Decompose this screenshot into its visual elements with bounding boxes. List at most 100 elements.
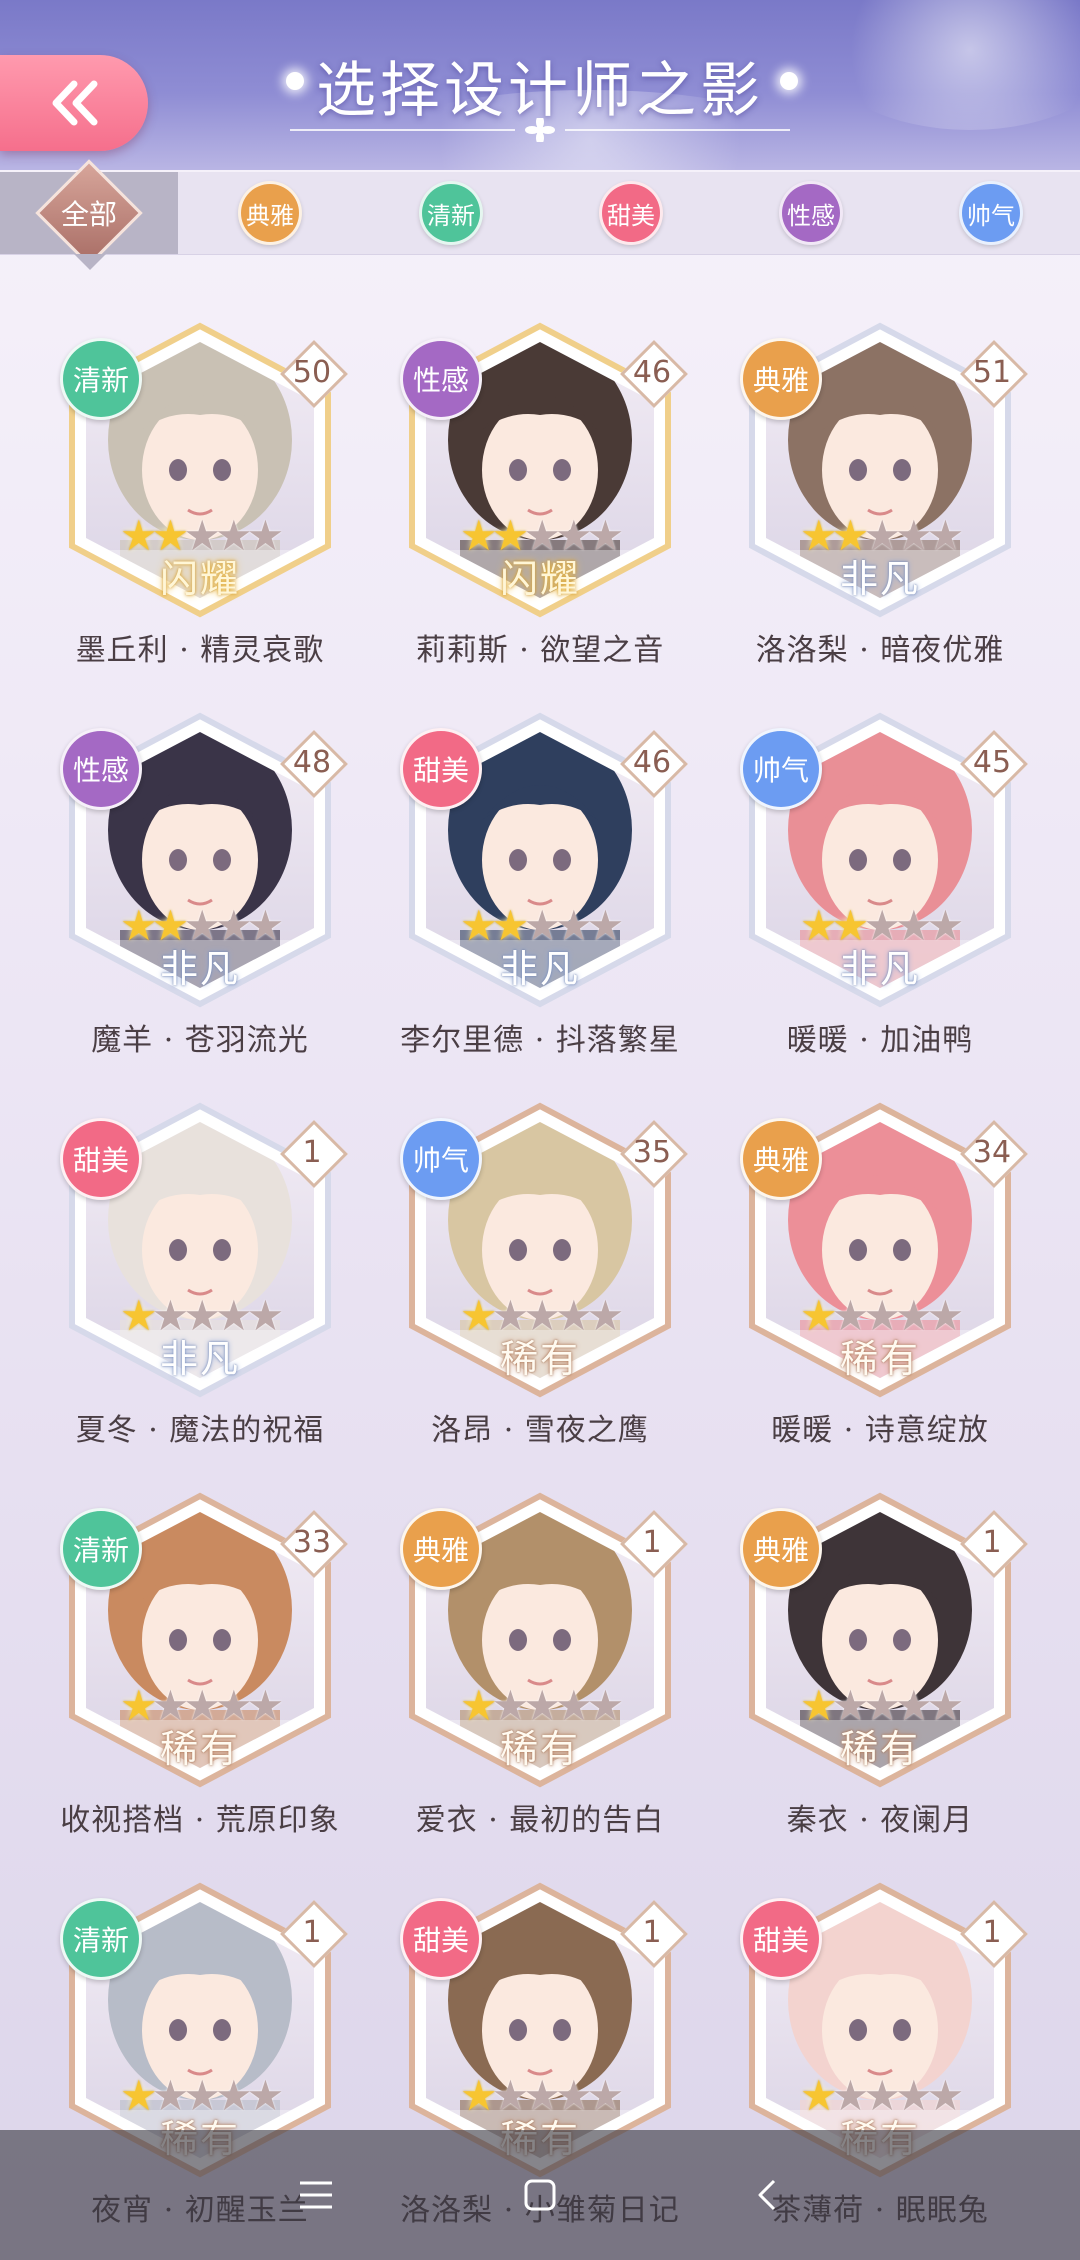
back-chevron-icon — [758, 2179, 776, 2211]
rarity-label: 稀有 — [499, 1727, 580, 1771]
portrait-frame: 性感 48 ★ ★ ★ ★ ★ 非凡 — [60, 710, 348, 1010]
filter-label: 帅气 — [967, 201, 1015, 230]
filter-label: 性感 — [787, 201, 835, 230]
designer-card[interactable]: 典雅 34 ★ ★ ★ ★ ★ 稀有 暖暖 · 诗意绽放 — [710, 1100, 1050, 1480]
filter-badge: 清新 — [419, 181, 483, 245]
level-value: 50 — [292, 354, 332, 390]
designer-name: 收视搭档 · 荒原印象 — [60, 1803, 340, 1838]
designer-card[interactable]: 甜美 46 ★ ★ ★ ★ ★ 非凡 李尔里德 · 抖落繁星 — [370, 710, 710, 1090]
designer-card[interactable]: 性感 48 ★ ★ ★ ★ ★ 非凡 魔羊 · 苍羽流光 — [30, 710, 370, 1090]
style-badge: 甜美 — [400, 1898, 482, 1980]
filter-tab-elegant[interactable]: 典雅 — [215, 172, 325, 254]
style-badge: 清新 — [60, 1508, 142, 1590]
level-value: 1 — [302, 1914, 322, 1950]
filter-tab-all[interactable]: 全部 — [0, 159, 178, 270]
nav-menu-button[interactable] — [276, 2160, 356, 2230]
portrait-frame: 性感 46 ★ ★ ★ ★ ★ 闪耀 — [400, 320, 688, 620]
designer-card[interactable]: 清新 50 ★ ★ ★ ★ ★ 闪耀 墨丘利 · 精灵哀歌 — [30, 320, 370, 700]
rarity-label: 非凡 — [839, 947, 920, 991]
portrait-frame: 帅气 35 ★ ★ ★ ★ ★ 稀有 — [400, 1100, 688, 1400]
level-badge: 46 — [620, 340, 688, 408]
style-badge: 清新 — [60, 338, 142, 420]
filter-label: 甜美 — [607, 201, 655, 230]
designer-name: 墨丘利 · 精灵哀歌 — [75, 633, 325, 668]
designer-name: 魔羊 · 苍羽流光 — [91, 1023, 309, 1058]
filter-tab-sexy[interactable]: 性感 — [756, 172, 866, 254]
level-badge: 46 — [620, 730, 688, 798]
style-label: 清新 — [72, 1534, 129, 1567]
level-value: 48 — [292, 744, 332, 780]
level-value: 1 — [302, 1134, 322, 1170]
portrait-frame: 甜美 46 ★ ★ ★ ★ ★ 非凡 — [400, 710, 688, 1010]
designer-name: 暖暖 · 诗意绽放 — [771, 1413, 989, 1448]
page-title: 选择设计师之影 — [316, 56, 764, 126]
level-badge: 1 — [620, 1900, 688, 1968]
style-label: 典雅 — [412, 1534, 469, 1567]
portrait-frame: 典雅 51 ★ ★ ★ ★ ★ 非凡 — [740, 320, 1028, 620]
rarity-label: 非凡 — [839, 557, 920, 601]
style-label: 性感 — [412, 364, 469, 397]
rarity-label: 闪耀 — [499, 557, 580, 601]
level-value: 1 — [982, 1914, 1002, 1950]
level-value: 45 — [972, 744, 1012, 780]
designer-card[interactable]: 典雅 51 ★ ★ ★ ★ ★ 非凡 洛洛梨 · 暗夜优雅 — [710, 320, 1050, 700]
level-badge: 50 — [280, 340, 348, 408]
style-badge: 性感 — [400, 338, 482, 420]
filter-tab-cool[interactable]: 帅气 — [936, 172, 1046, 254]
level-value: 1 — [982, 1524, 1002, 1560]
level-badge: 35 — [620, 1120, 688, 1188]
filter-tab-fresh[interactable]: 清新 — [396, 172, 506, 254]
designer-name: 秦衣 · 夜阑月 — [786, 1803, 974, 1838]
style-label: 甜美 — [72, 1144, 129, 1177]
portrait-frame: 帅气 45 ★ ★ ★ ★ ★ 非凡 — [740, 710, 1028, 1010]
level-badge: 51 — [960, 340, 1028, 408]
nav-back-button[interactable] — [728, 2160, 808, 2230]
filter-badge: 性感 — [779, 181, 843, 245]
rarity-label: 稀有 — [839, 1337, 920, 1381]
title-ornament — [290, 118, 790, 142]
designer-card[interactable]: 帅气 45 ★ ★ ★ ★ ★ 非凡 暖暖 · 加油鸭 — [710, 710, 1050, 1090]
style-badge: 帅气 — [400, 1118, 482, 1200]
level-badge: 48 — [280, 730, 348, 798]
rarity-label: 非凡 — [499, 947, 580, 991]
portrait-frame: 清新 33 ★ ★ ★ ★ ★ 稀有 — [60, 1490, 348, 1790]
designer-card[interactable]: 性感 46 ★ ★ ★ ★ ★ 闪耀 莉莉斯 · 欲望之音 — [370, 320, 710, 700]
style-label: 典雅 — [752, 1534, 809, 1567]
designer-card[interactable]: 典雅 1 ★ ★ ★ ★ ★ 稀有 秦衣 · 夜阑月 — [710, 1490, 1050, 1870]
portrait-frame: 典雅 34 ★ ★ ★ ★ ★ 稀有 — [740, 1100, 1028, 1400]
portrait-frame: 典雅 1 ★ ★ ★ ★ ★ 稀有 — [740, 1490, 1028, 1790]
rarity-label: 闪耀 — [159, 557, 240, 601]
style-badge: 甜美 — [400, 728, 482, 810]
level-value: 1 — [642, 1524, 662, 1560]
style-badge: 典雅 — [400, 1508, 482, 1590]
style-label: 典雅 — [752, 364, 809, 397]
style-badge: 典雅 — [740, 1508, 822, 1590]
level-badge: 1 — [280, 1900, 348, 1968]
header: 选择设计师之影 — [0, 0, 1080, 170]
level-value: 34 — [972, 1134, 1012, 1170]
designer-card[interactable]: 甜美 1 ★ ★ ★ ★ ★ 非凡 夏冬 · 魔法的祝福 — [30, 1100, 370, 1480]
portrait-frame: 甜美 1 ★ ★ ★ ★ ★ 非凡 — [60, 1100, 348, 1400]
filter-tab-sweet[interactable]: 甜美 — [576, 172, 686, 254]
level-value: 33 — [292, 1524, 332, 1560]
designer-name: 洛洛梨 · 暗夜优雅 — [755, 633, 1005, 668]
designer-card[interactable]: 典雅 1 ★ ★ ★ ★ ★ 稀有 爱衣 · 最初的告白 — [370, 1490, 710, 1870]
level-value: 35 — [632, 1134, 672, 1170]
filter-all-badge: 全部 — [35, 159, 143, 267]
nav-home-button[interactable] — [500, 2160, 580, 2230]
level-badge: 1 — [280, 1120, 348, 1188]
level-value: 46 — [632, 354, 672, 390]
portrait-frame: 典雅 1 ★ ★ ★ ★ ★ 稀有 — [400, 1490, 688, 1790]
designer-name: 李尔里德 · 抖落繁星 — [400, 1023, 680, 1058]
designer-name: 暖暖 · 加油鸭 — [786, 1023, 974, 1058]
style-label: 帅气 — [752, 754, 809, 787]
style-label: 典雅 — [752, 1144, 809, 1177]
home-square-icon — [524, 2179, 556, 2211]
filter-all-label: 全部 — [60, 197, 118, 231]
level-value: 1 — [642, 1914, 662, 1950]
style-badge: 典雅 — [740, 338, 822, 420]
designer-card[interactable]: 帅气 35 ★ ★ ★ ★ ★ 稀有 洛昂 · 雪夜之鹰 — [370, 1100, 710, 1480]
style-badge: 典雅 — [740, 1118, 822, 1200]
style-label: 清新 — [72, 1924, 129, 1957]
designer-card[interactable]: 清新 33 ★ ★ ★ ★ ★ 稀有 收视搭档 · 荒原印象 — [30, 1490, 370, 1870]
